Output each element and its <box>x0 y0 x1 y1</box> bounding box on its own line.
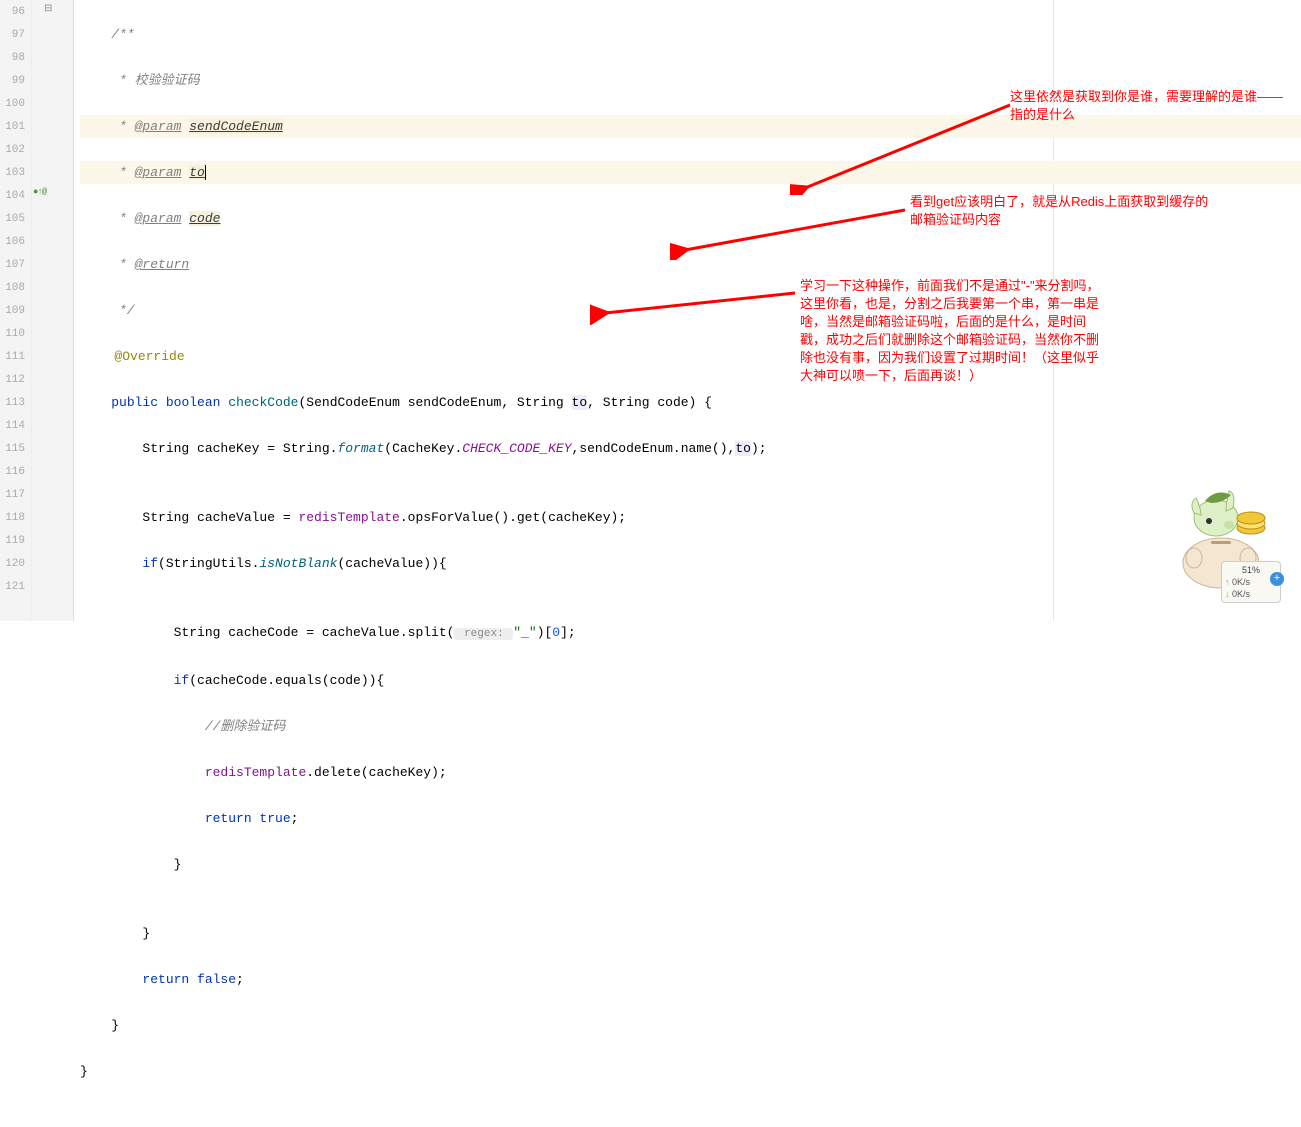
annotation-1: 这里依然是获取到你是谁，需要理解的是谁——指的是什么 <box>1010 88 1290 124</box>
inner-gutter <box>32 0 74 621</box>
net-speed-panel[interactable]: + 51% ↑ 0K/s ↓ 0K/s <box>1221 561 1281 603</box>
line-gutter: 96 97 98 99 100 101 102 103 104 105 106 … <box>0 0 32 621</box>
text-cursor <box>205 165 206 180</box>
download-speed: ↓ 0K/s <box>1225 588 1277 600</box>
annotation-2: 看到get应该明白了，就是从Redis上面获取到缓存的邮箱验证码内容 <box>910 193 1210 229</box>
gutter-numbers: 96 97 98 99 100 101 102 103 104 105 106 … <box>0 0 31 599</box>
fold-icon[interactable]: ⊟ <box>44 3 52 15</box>
cpu-percent: 51% <box>1225 564 1277 576</box>
code-editor[interactable]: /** * 校验验证码 * @param sendCodeEnum * @par… <box>80 0 1301 1127</box>
override-marker[interactable]: ●↑@ <box>33 187 46 197</box>
mascot-widget[interactable]: + 51% ↑ 0K/s ↓ 0K/s <box>1161 473 1281 603</box>
annotation-3: 学习一下这种操作，前面我们不是通过"-"来分割吗，这里你看，也是，分割之后我要第… <box>800 277 1100 385</box>
plus-badge-icon[interactable]: + <box>1270 572 1284 586</box>
